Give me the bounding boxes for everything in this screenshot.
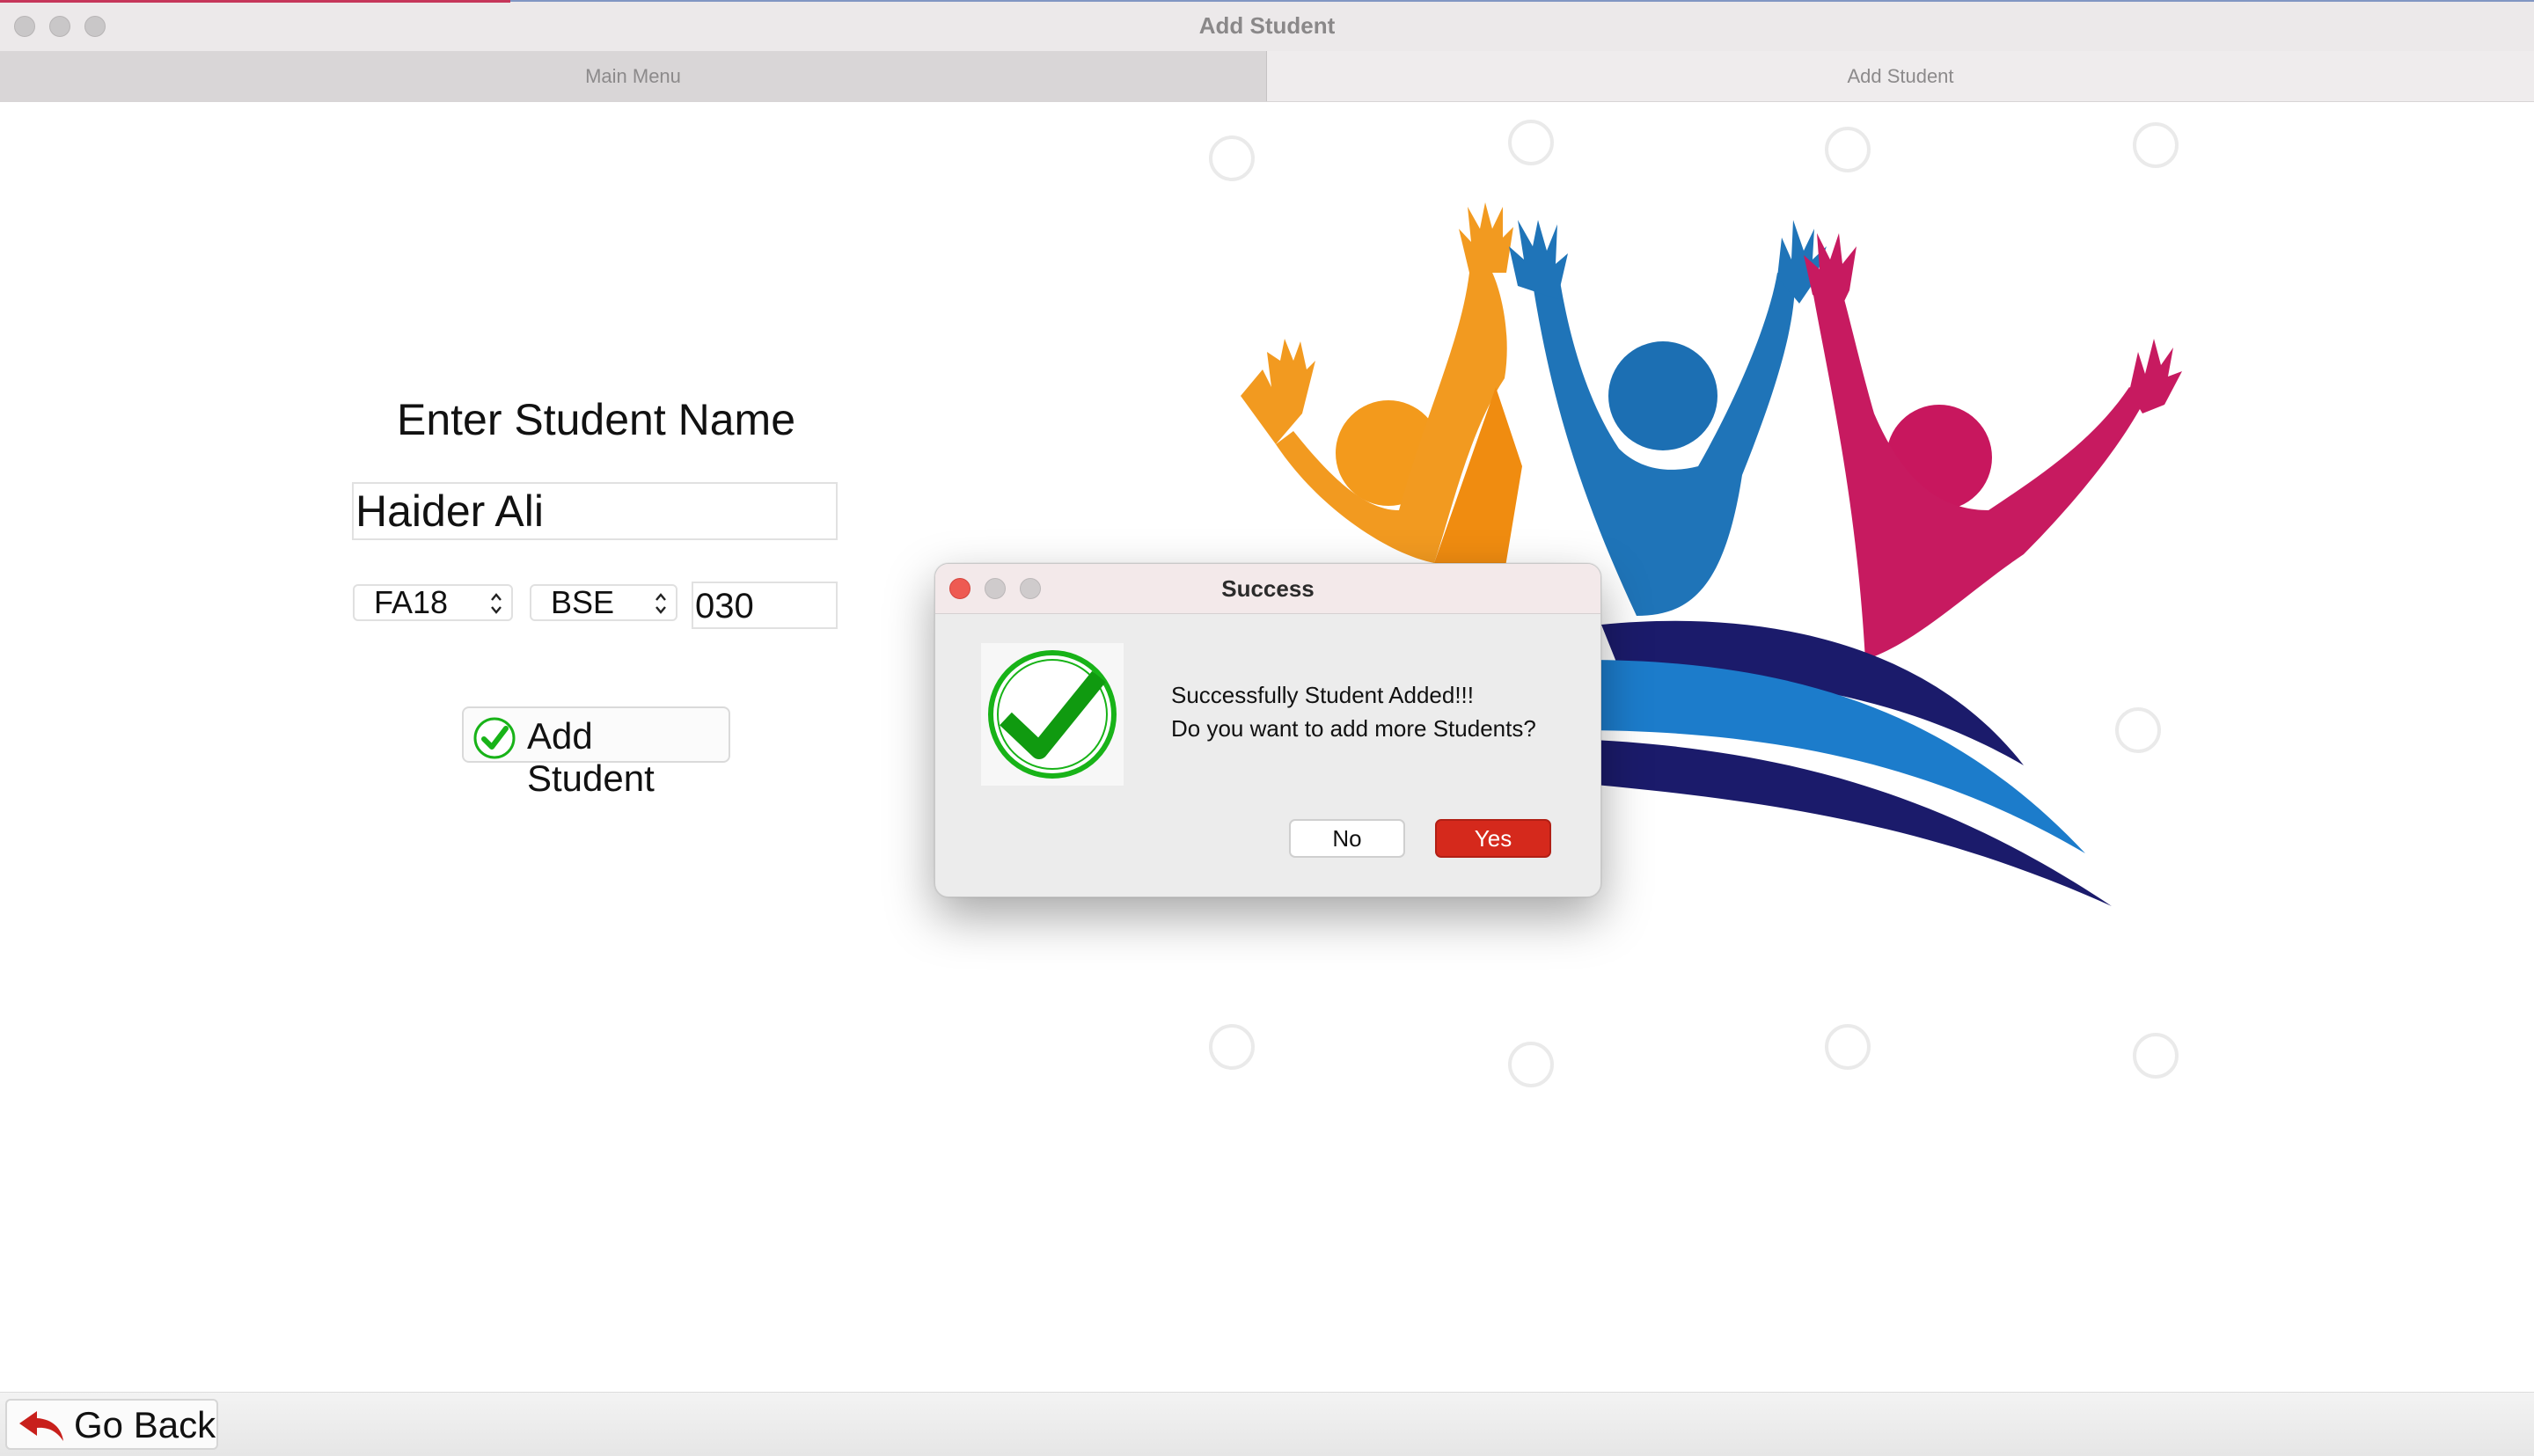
yes-button[interactable]: Yes xyxy=(1435,819,1551,858)
window-title: Add Student xyxy=(1198,12,1336,39)
bottom-bar xyxy=(0,1392,2534,1456)
add-student-button[interactable]: Add Student xyxy=(462,706,730,799)
go-back-button-label: Go Back xyxy=(74,1404,216,1445)
title-bar: Add Student xyxy=(0,0,2534,52)
tab-bar: Main Menu Add Student xyxy=(0,51,2534,102)
dialog-close-button[interactable] xyxy=(949,578,970,599)
dialog-zoom-button[interactable] xyxy=(1020,578,1041,599)
blue-person xyxy=(1509,220,1827,616)
add-student-window: Add Student Main Menu Add Student Enter … xyxy=(0,0,2534,1456)
check-icon xyxy=(988,650,1117,779)
program-select[interactable]: BSE xyxy=(530,584,677,621)
dialog-message-line-1: Successfully Student Added!!! xyxy=(1171,682,1474,708)
student-name-input[interactable]: Haider Ali xyxy=(352,482,838,540)
student-name-heading: Enter Student Name xyxy=(396,395,796,444)
dialog-message: Successfully Student Added!!! Do you wan… xyxy=(1171,678,1536,745)
dialog-minimize-button[interactable] xyxy=(985,578,1006,599)
tab-add-student[interactable]: Add Student xyxy=(1267,51,2534,101)
program-select-value: BSE xyxy=(551,584,615,620)
dialog-success-icon-box xyxy=(981,643,1124,786)
orange-person xyxy=(1241,202,1522,584)
add-student-button-label: Add Student xyxy=(527,715,655,799)
roll-number-input[interactable]: 030 xyxy=(692,582,838,629)
check-icon xyxy=(473,717,516,759)
tab-main-menu[interactable]: Main Menu xyxy=(0,51,1267,101)
success-dialog: Success Successfully Student Added!!! Do… xyxy=(934,563,1601,897)
dialog-title: Success xyxy=(1221,575,1315,602)
magenta-person xyxy=(1804,233,2182,660)
no-button[interactable]: No xyxy=(1289,819,1405,858)
go-back-button[interactable]: Go Back xyxy=(5,1399,218,1450)
select-arrows-icon xyxy=(491,593,502,614)
session-select[interactable]: FA18 xyxy=(353,584,513,621)
back-arrow-icon xyxy=(19,1411,63,1441)
session-select-value: FA18 xyxy=(374,584,449,620)
dialog-message-line-2: Do you want to add more Students? xyxy=(1171,715,1536,742)
select-arrows-icon xyxy=(655,593,666,614)
